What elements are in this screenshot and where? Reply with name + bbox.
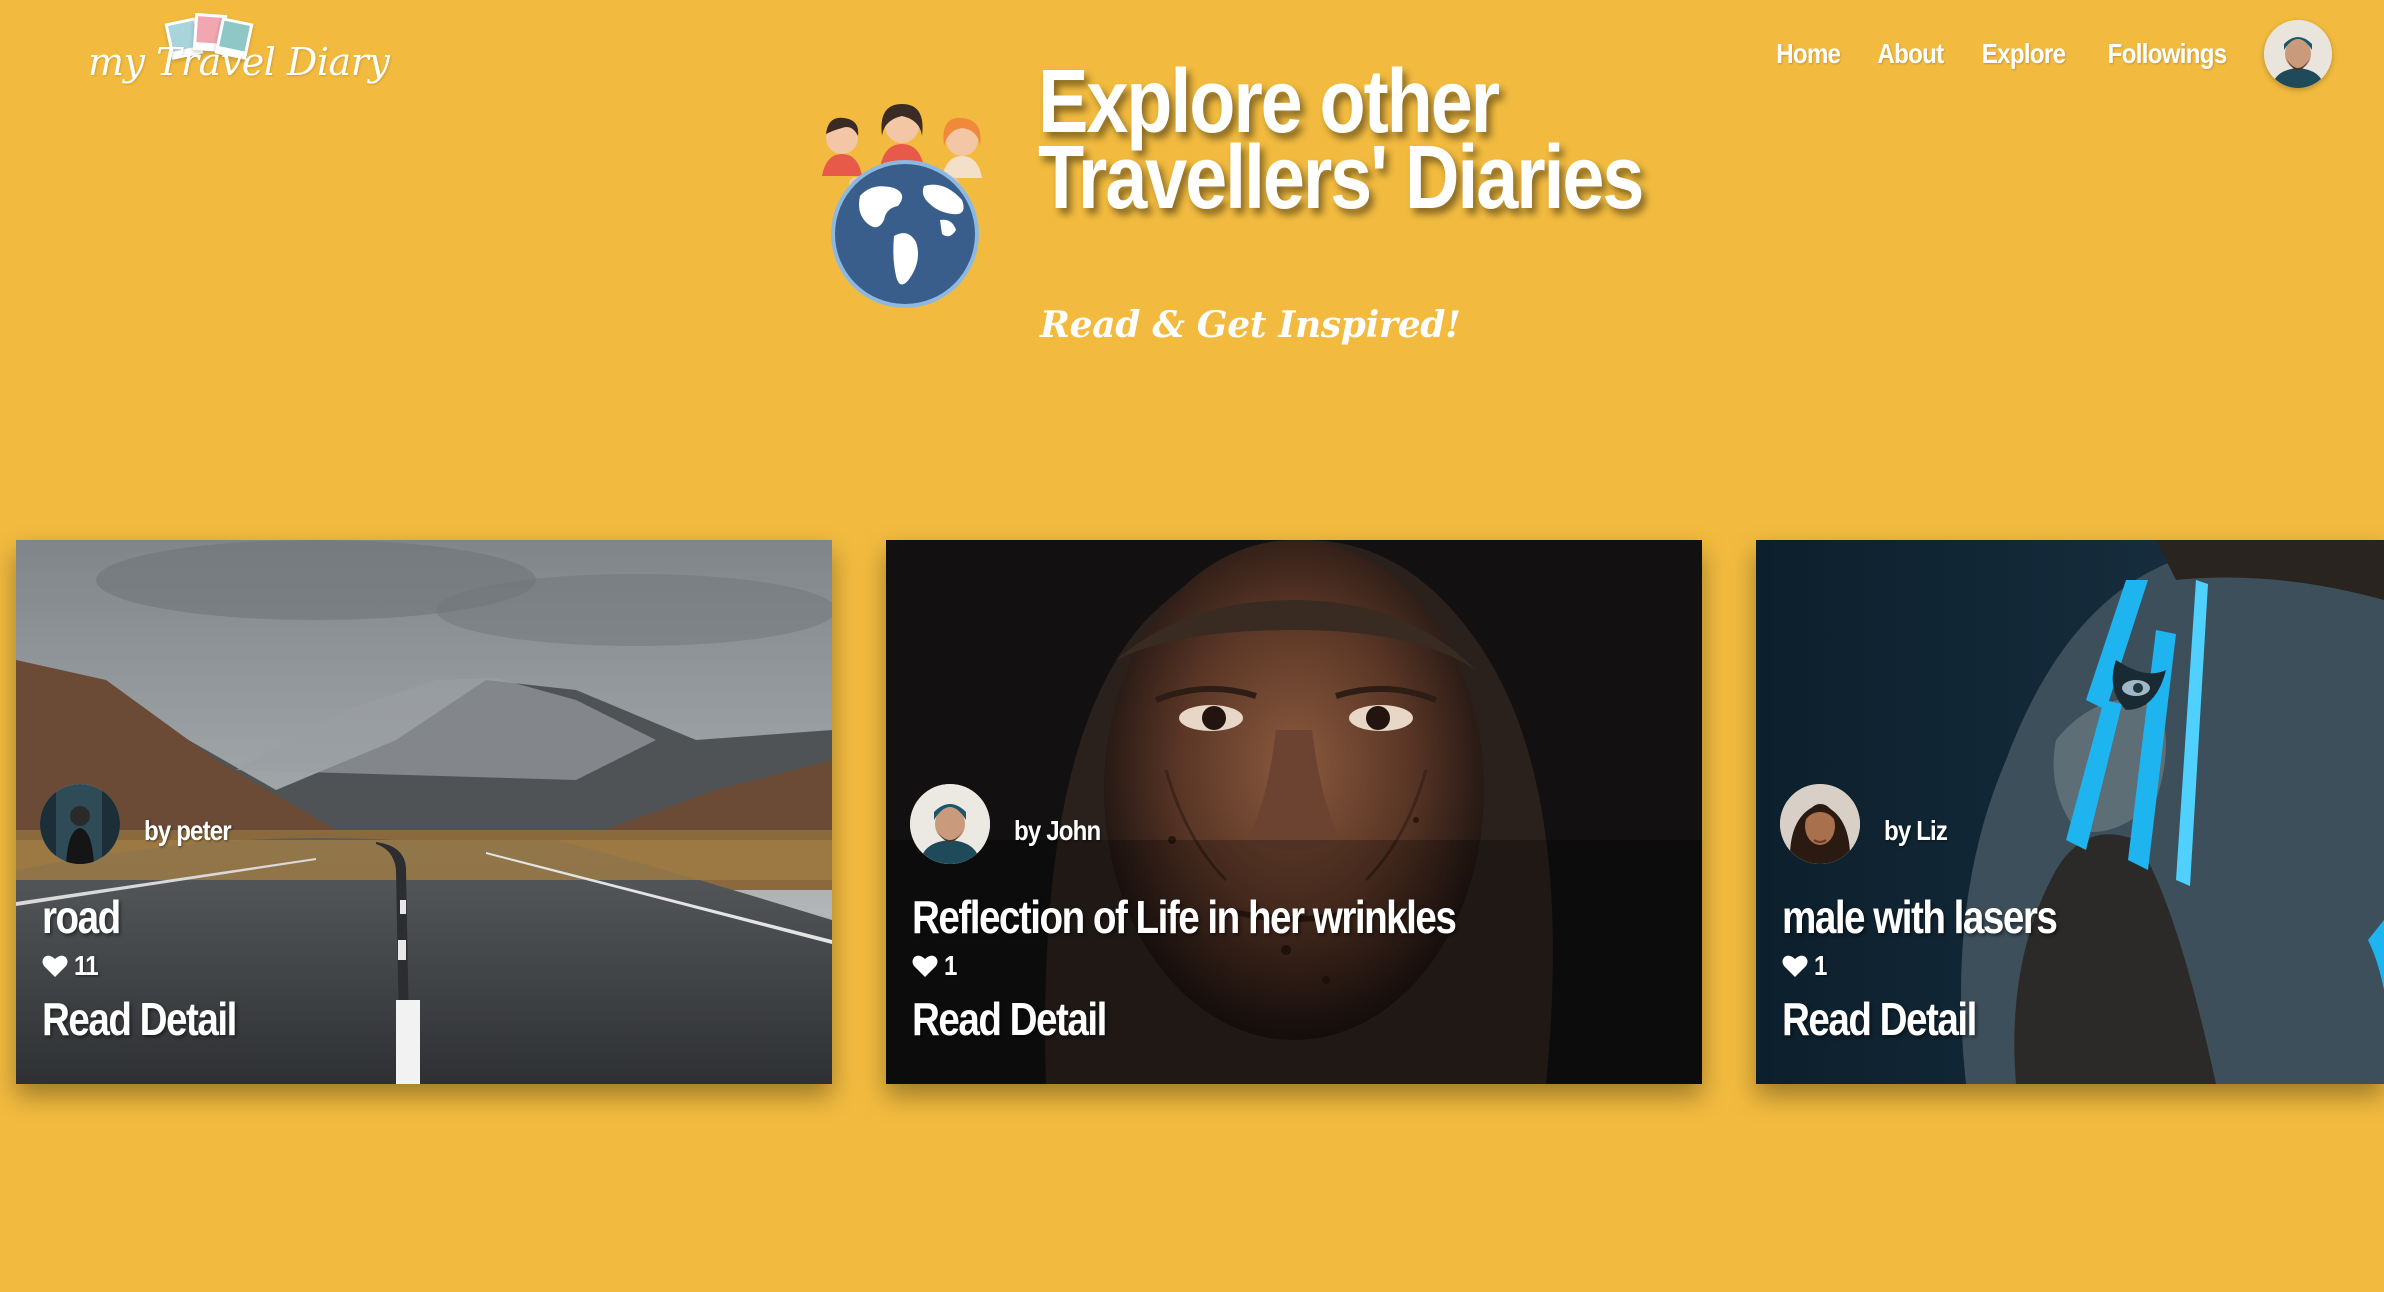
author-avatar-icon <box>40 784 120 864</box>
author-avatar[interactable] <box>910 784 990 864</box>
author-name[interactable]: by peter <box>144 815 232 847</box>
read-detail-link[interactable]: Read Detail <box>42 992 237 1046</box>
travellers-globe-icon <box>812 96 998 316</box>
like-count: 11 <box>74 950 99 981</box>
nav-home-link[interactable]: Home <box>1776 38 1841 70</box>
card-title[interactable]: road <box>42 890 121 944</box>
author-avatar[interactable] <box>1780 784 1860 864</box>
hero-title-line2: Travellers' Diaries <box>1038 128 1644 228</box>
nav-explore-link[interactable]: Explore <box>1981 38 2065 70</box>
site-logo[interactable]: my Travel Diary <box>88 12 390 94</box>
nav-about-link[interactable]: About <box>1877 38 1944 70</box>
hero-title: Explore other Travellers' Diaries <box>1038 57 1644 228</box>
user-avatar-icon <box>2264 20 2332 88</box>
like-count: 1 <box>944 950 957 981</box>
card-likes: 1 <box>912 950 959 982</box>
heart-icon[interactable] <box>912 954 938 978</box>
card-likes: 11 <box>42 950 102 982</box>
user-avatar[interactable] <box>2264 20 2332 88</box>
card-author: by Liz <box>1780 784 1957 864</box>
card-author: by peter <box>40 784 245 864</box>
heart-icon[interactable] <box>1782 954 1808 978</box>
explore-page: my Travel Diary Home About Explore Follo… <box>0 0 2384 1292</box>
logo-text: my Travel Diary <box>88 40 390 84</box>
like-count: 1 <box>1814 950 1827 981</box>
heart-icon[interactable] <box>42 954 68 978</box>
card-title[interactable]: Reflection of Life in her wrinkles <box>912 890 1457 944</box>
author-name[interactable]: by Liz <box>1884 815 1948 847</box>
card-title[interactable]: male with lasers <box>1782 890 2058 944</box>
author-avatar[interactable] <box>40 784 120 864</box>
author-avatar-icon <box>910 784 990 864</box>
diary-card-reflection[interactable]: by John Reflection of Life in her wrinkl… <box>886 540 1702 1084</box>
author-avatar-icon <box>1780 784 1860 864</box>
read-detail-link[interactable]: Read Detail <box>1782 992 1977 1046</box>
main-nav: Home About Explore Followings <box>1771 20 2332 88</box>
nav-followings-link[interactable]: Followings <box>2107 38 2227 70</box>
hero-subtitle: Read & Get Inspired! <box>1040 304 1461 346</box>
card-likes: 1 <box>1782 950 1829 982</box>
author-name[interactable]: by John <box>1014 815 1101 847</box>
card-author: by John <box>910 784 1114 864</box>
diary-card-lasers[interactable]: by Liz male with lasers 1 Read Detail <box>1756 540 2384 1084</box>
diary-card-road[interactable]: by peter road 11 Read Detail <box>16 540 832 1084</box>
read-detail-link[interactable]: Read Detail <box>912 992 1107 1046</box>
